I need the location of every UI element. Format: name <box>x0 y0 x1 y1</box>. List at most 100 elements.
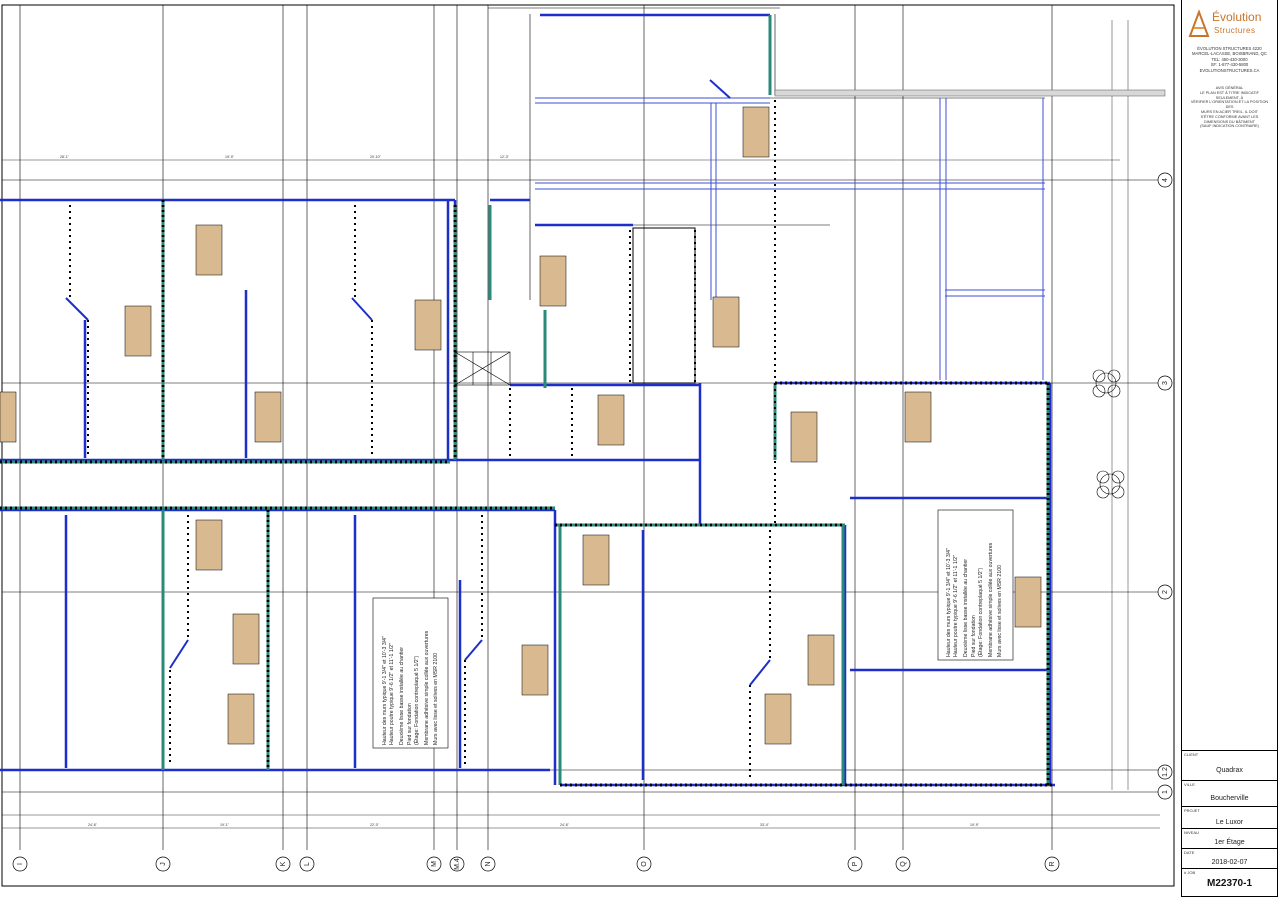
job-number: M22370-1 <box>1206 878 1253 889</box>
disclaimer-line-3: VÉRIFIER L'ORIENTATION ET LA POSITION DE… <box>1190 100 1269 110</box>
level-value: 1er Étage <box>1214 839 1245 846</box>
wall-note-1-line-3: Deuxième lisse basse installée au chanti… <box>399 647 405 745</box>
disclaimer-line-2: LE PLAN EST À TITRE INDICATIF SEULEMENT,… <box>1200 90 1259 100</box>
grid-bubble-m-label: M <box>431 861 438 867</box>
wall-note-1: Hauteur des murs typique 9'-1 3/4" et 10… <box>372 597 449 749</box>
disclaimer-note: AVIS GÉNÉRAL LE PLAN EST À TITRE INDICAT… <box>1188 86 1271 129</box>
wall-note-2-line-3: Deuxième lisse basse installée au chanti… <box>963 559 969 657</box>
grid-bubble-4-label: 4 <box>1162 178 1169 182</box>
company-info: ÉVOLUTION STRUCTURES 4220 MARCEL-LACASSE… <box>1186 46 1273 73</box>
grid-bubble-k-label: K <box>280 861 287 866</box>
job-cell: # JOB M22370-1 <box>1182 868 1277 897</box>
grid-bubble-i: I <box>12 856 28 872</box>
disclaimer-line-7: (SAUF INDICATION CONTRAIRE) <box>1200 124 1259 129</box>
drawing-sheet: 28'-1" 19'-9" 20'-10" 12'-3" 24'-6" 19'-1" 2… <box>0 0 1279 898</box>
city-label: VILLE <box>1184 782 1195 787</box>
grid-bubble-3: 3 <box>1157 375 1173 391</box>
grid-bubble-j-label: J <box>160 862 167 866</box>
grid-bubble-p-label: P <box>852 861 859 866</box>
wall-note-2-line-6: Membrane adhésive simple collée aux ouve… <box>988 542 994 657</box>
grid-bubble-q-label: Q <box>900 861 907 867</box>
date-cell: DATE 2018-02-07 <box>1182 848 1277 869</box>
grid-bubbles-right: 4 3 2 1.2 1 <box>1157 172 1173 800</box>
date-label: DATE <box>1184 850 1195 855</box>
wall-note-1-line-5: (Étage: Fondation contreplaqué 5 1/2") <box>413 656 420 745</box>
plan-frame <box>1 4 1175 887</box>
dimension-lines <box>2 20 1160 829</box>
shaft <box>632 227 696 384</box>
city-cell: VILLE Boucherville <box>1182 780 1277 807</box>
project-label: PROJET <box>1184 808 1200 813</box>
svg-text:19'-9": 19'-9" <box>970 823 980 827</box>
logo-mark-icon <box>1188 9 1210 37</box>
wall-note-2-line-1: Hauteur des murs typique 9'-1 3/4" et 10… <box>946 548 952 657</box>
svg-text:20'-10": 20'-10" <box>370 155 382 159</box>
tree-symbols <box>1092 369 1125 499</box>
grid-bubble-o: O <box>636 856 652 872</box>
light-blue-beams <box>535 97 1045 380</box>
grid-bubble-1-2: 1.2 <box>1157 764 1173 780</box>
level-cell: NIVEAU 1er Étage <box>1182 828 1277 849</box>
grid-bubbles-bottom: I J K L M M.4 N O P Q R <box>12 856 1060 872</box>
grid-bubble-r-label: R <box>1049 861 1056 866</box>
level-label: NIVEAU <box>1184 830 1199 835</box>
floor-plan: 28'-1" 19'-9" 20'-10" 12'-3" 24'-6" 19'-1" 2… <box>0 4 1175 887</box>
grid-bubble-2: 2 <box>1157 584 1173 600</box>
logo-word-1: Évolution <box>1212 10 1262 24</box>
grid-bubble-m: M <box>426 856 442 872</box>
wall-note-2-line-4: Pied sur fondation <box>971 615 977 657</box>
wall-note-1-line-7: Murs avec lisse et solives en MSR 2100 <box>433 653 439 745</box>
svg-text:33'-4": 33'-4" <box>760 823 770 827</box>
grid-bubble-o-label: O <box>641 861 648 867</box>
walls-hatch-pattern <box>0 200 1052 787</box>
wall-note-2: Hauteur des murs typique 9'-1 3/4" et 10… <box>937 509 1014 661</box>
grid-bubble-l-label: L <box>304 862 311 866</box>
grid-bubble-1: 1 <box>1157 784 1173 800</box>
grid-bubble-l: L <box>299 856 315 872</box>
logo-word-2: Structures <box>1214 26 1256 35</box>
grid-bubble-n: N <box>480 856 496 872</box>
grid-bubble-2-label: 2 <box>1162 590 1169 594</box>
project-value: Le Luxor <box>1215 819 1244 826</box>
wall-note-1-line-2: Hauteur poutre typique 9'-6 1/2" et 11'-… <box>389 643 395 745</box>
svg-text:24'-6": 24'-6" <box>560 823 570 827</box>
project-cell: PROJET Le Luxor <box>1182 806 1277 829</box>
city-value: Boucherville <box>1210 795 1249 802</box>
svg-text:19'-9": 19'-9" <box>225 155 235 159</box>
job-label: # JOB <box>1184 870 1196 875</box>
svg-text:24'-6": 24'-6" <box>88 823 98 827</box>
grid-bubble-q: Q <box>895 856 911 872</box>
grid-bubble-m4-label: M.4 <box>454 858 461 870</box>
date-value: 2018-02-07 <box>1211 859 1248 866</box>
grid-bubble-3-label: 3 <box>1162 381 1169 385</box>
structural-grid <box>2 5 1165 850</box>
grid-bubble-1-label: 1 <box>1162 790 1169 794</box>
grid-bubble-j: J <box>155 856 171 872</box>
wall-note-2-line-2: Hauteur poutre typique 9'-6 1/2" et 11'-… <box>953 555 959 657</box>
svg-text:12'-3": 12'-3" <box>500 155 510 159</box>
room-tags <box>0 106 1042 745</box>
grid-bubble-i-label: I <box>17 863 24 865</box>
wall-note-2-line-7: Murs avec lisse et solives en MSR 2100 <box>997 565 1003 657</box>
grid-bubble-m4: M.4 <box>449 856 465 872</box>
slab-edge <box>774 89 1166 97</box>
title-block: Évolution Structures ÉVOLUTION STRUCTURE… <box>1181 0 1278 897</box>
svg-text:22'-0": 22'-0" <box>370 823 380 827</box>
wall-note-1-line-6: Membrane adhésive simple collée aux ouve… <box>424 630 430 745</box>
wall-note-1-line-1: Hauteur des murs typique 9'-1 3/4" et 10… <box>382 636 388 745</box>
grid-bubble-p: P <box>847 856 863 872</box>
wall-note-2-line-5: (Étage: Fondation contreplaqué 5 1/2") <box>977 568 984 657</box>
company-logo: Évolution Structures <box>1186 6 1274 42</box>
grid-bubble-4: 4 <box>1157 172 1173 188</box>
client-label: CLIENT <box>1184 752 1199 757</box>
stair <box>454 351 511 386</box>
client-value: Quadrax <box>1216 767 1243 774</box>
client-cell: CLIENT Quadrax <box>1182 750 1277 781</box>
grid-bubble-n-label: N <box>485 861 492 866</box>
svg-text:28'-1": 28'-1" <box>60 155 70 159</box>
wall-note-1-line-4: Pied sur fondation <box>407 703 413 745</box>
company-line-5: EVOLUTIONSTRUCTURES.CA <box>1199 67 1260 73</box>
grid-bubble-1-2-label: 1.2 <box>1162 767 1169 777</box>
grid-bubble-r: R <box>1044 856 1060 872</box>
svg-text:19'-1": 19'-1" <box>220 823 230 827</box>
